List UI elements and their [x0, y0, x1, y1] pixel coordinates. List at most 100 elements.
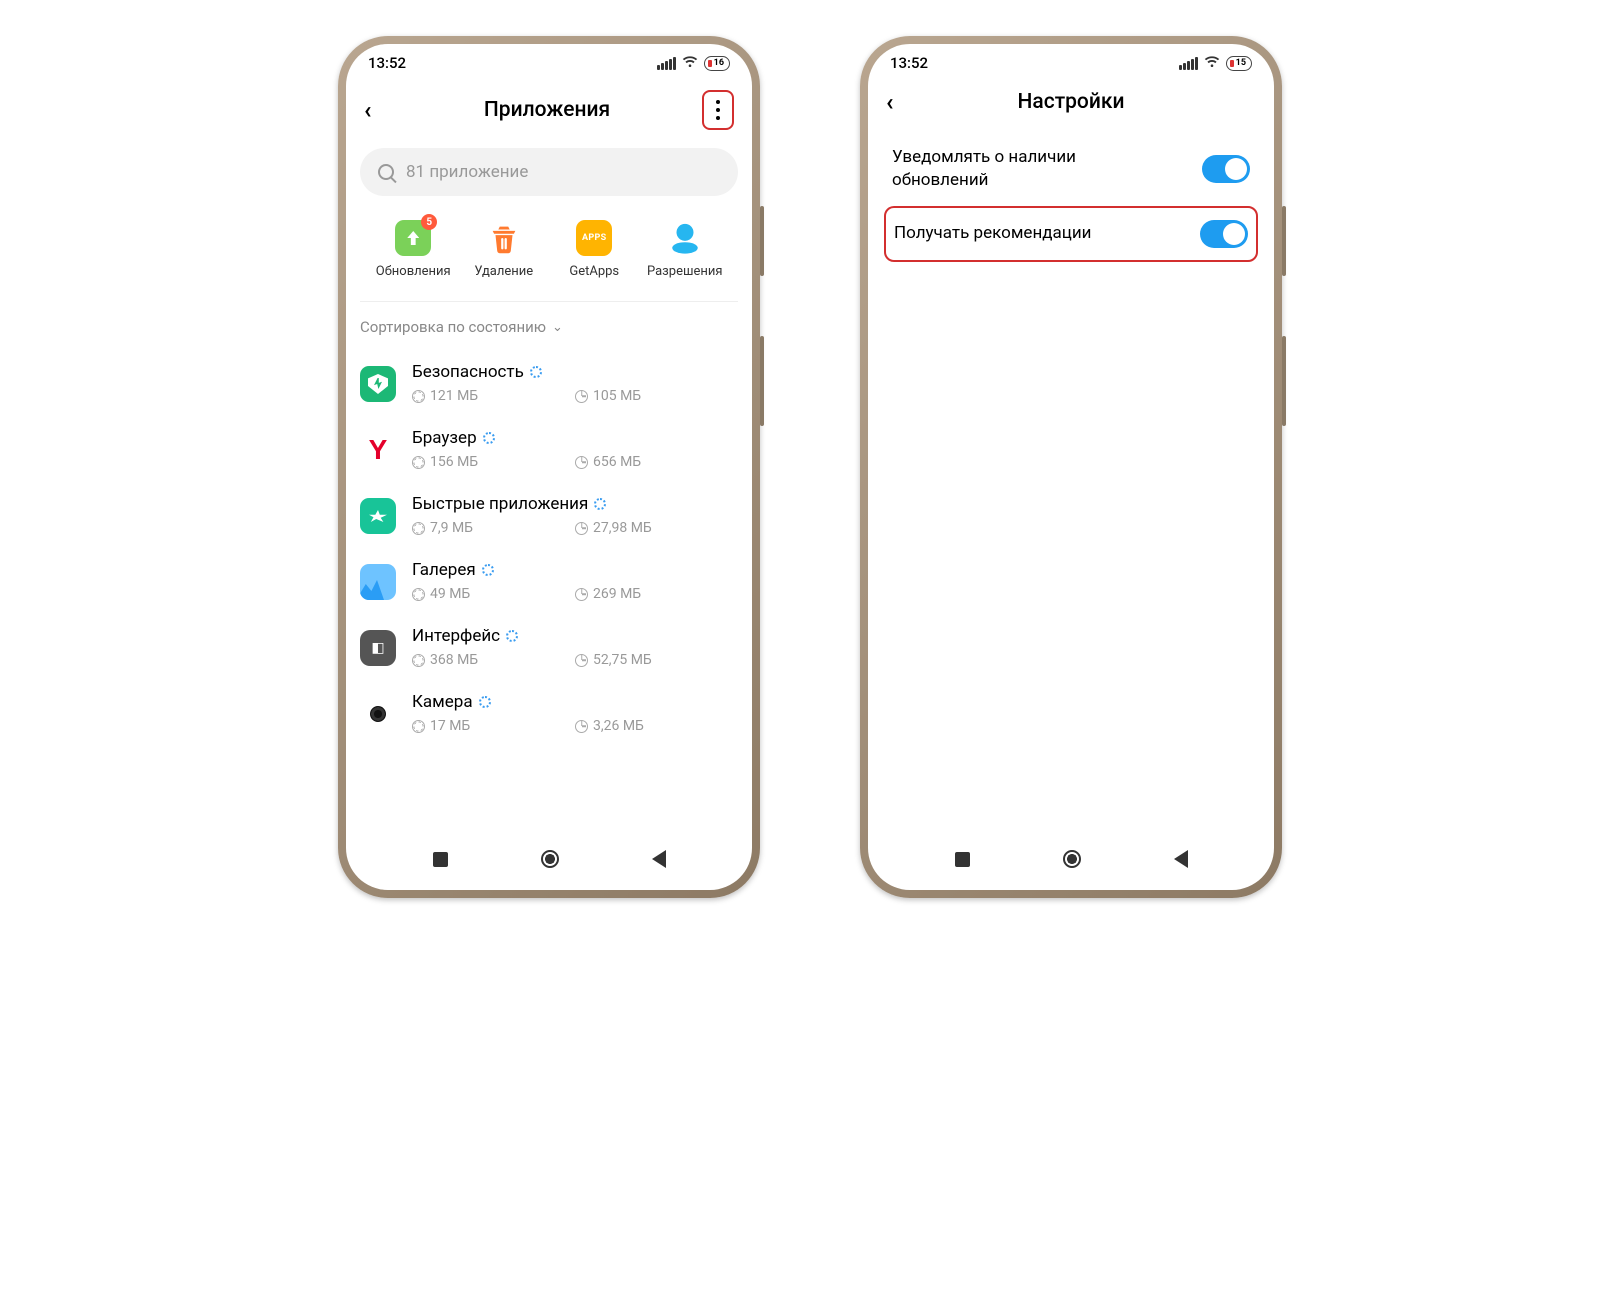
search-field[interactable]: 81 приложение	[360, 148, 738, 196]
app-name: Галерея	[412, 560, 476, 580]
quick-updates[interactable]: 5 Обновления	[368, 220, 459, 279]
nav-bar	[868, 838, 1274, 890]
search-placeholder: 81 приложение	[406, 162, 528, 182]
page-title: Настройки	[914, 90, 1228, 114]
quick-getapps[interactable]: APPS GetApps	[549, 220, 640, 279]
app-header: ‹ Настройки	[868, 82, 1274, 128]
app-header: ‹ Приложения	[346, 82, 752, 144]
phone-frame-left: 13:52 16 ‹ Приложения 81 приложение 5	[338, 36, 760, 898]
toggle-switch[interactable]	[1202, 155, 1250, 183]
quick-uninstall[interactable]: Удаление	[459, 220, 550, 279]
storage-icon	[412, 522, 425, 535]
storage-icon	[412, 390, 425, 403]
back-button[interactable]: ‹	[364, 98, 392, 122]
setting-label: Уведомлять о наличии обновлений	[892, 146, 1142, 192]
app-storage: 156 МБ	[430, 454, 478, 470]
quick-permissions[interactable]: Разрешения	[640, 220, 731, 279]
settings-list: Уведомлять о наличии обновлений Получать…	[868, 128, 1274, 266]
signal-icon	[1179, 57, 1198, 70]
battery-icon: 16	[704, 56, 730, 71]
app-time: 27,98 МБ	[593, 520, 652, 536]
nav-home[interactable]	[1063, 850, 1081, 868]
wifi-icon	[1204, 54, 1220, 72]
app-icon-security	[360, 366, 396, 402]
getapps-icon: APPS	[576, 220, 612, 256]
quick-label: GetApps	[569, 264, 619, 279]
time-icon	[575, 720, 588, 733]
nav-recent[interactable]	[955, 852, 970, 867]
quick-label: Разрешения	[647, 264, 723, 279]
loading-icon	[482, 564, 494, 576]
wifi-icon	[682, 54, 698, 72]
app-name: Камера	[412, 692, 473, 712]
app-row[interactable]: Быстрые приложения 7,9 МБ 27,98 МБ	[360, 482, 738, 548]
nav-back[interactable]	[652, 850, 666, 868]
app-time: 3,26 МБ	[593, 718, 644, 734]
nav-back[interactable]	[1174, 850, 1188, 868]
overflow-menu-button[interactable]	[702, 90, 734, 130]
setting-row-recommendations[interactable]: Получать рекомендации	[884, 206, 1258, 262]
quick-label: Обновления	[376, 264, 451, 279]
app-name: Браузер	[412, 428, 477, 448]
time-icon	[575, 456, 588, 469]
clock: 13:52	[890, 54, 928, 72]
time-icon	[575, 522, 588, 535]
loading-icon	[530, 366, 542, 378]
app-icon-interface: ◧	[360, 630, 396, 666]
app-row[interactable]: Безопасность 121 МБ 105 МБ	[360, 350, 738, 416]
app-name: Интерфейс	[412, 626, 500, 646]
battery-icon: 15	[1226, 56, 1252, 71]
loading-icon	[594, 498, 606, 510]
back-button[interactable]: ‹	[886, 90, 914, 114]
status-bar: 13:52 15	[868, 44, 1274, 82]
app-storage: 7,9 МБ	[430, 520, 473, 536]
status-right: 15	[1179, 54, 1252, 72]
nav-recent[interactable]	[433, 852, 448, 867]
screen-right: 13:52 15 ‹ Настройки Уведомлять о наличи…	[868, 44, 1274, 890]
app-row[interactable]: ◧ Интерфейс 368 МБ 52,75 МБ	[360, 614, 738, 680]
clock: 13:52	[368, 54, 406, 72]
app-storage: 17 МБ	[430, 718, 470, 734]
quick-label: Удаление	[474, 264, 533, 279]
phone-frame-right: 13:52 15 ‹ Настройки Уведомлять о наличи…	[860, 36, 1282, 898]
setting-row-notifications[interactable]: Уведомлять о наличии обновлений	[884, 132, 1258, 206]
time-icon	[575, 588, 588, 601]
app-icon-quickapps	[360, 498, 396, 534]
status-bar: 13:52 16	[346, 44, 752, 82]
app-storage: 49 МБ	[430, 586, 470, 602]
trash-icon	[486, 220, 522, 256]
app-time: 269 МБ	[593, 586, 641, 602]
toggle-switch[interactable]	[1200, 220, 1248, 248]
search-icon	[378, 164, 394, 180]
sort-dropdown[interactable]: Сортировка по состоянию ⌄	[346, 302, 752, 344]
quick-actions: 5 Обновления Удаление APPS GetApps Разре…	[360, 210, 738, 302]
storage-icon	[412, 720, 425, 733]
storage-icon	[412, 654, 425, 667]
loading-icon	[483, 432, 495, 444]
signal-icon	[657, 57, 676, 70]
screen-left: 13:52 16 ‹ Приложения 81 приложение 5	[346, 44, 752, 890]
app-storage: 121 МБ	[430, 388, 478, 404]
updates-icon: 5	[395, 220, 431, 256]
app-time: 105 МБ	[593, 388, 641, 404]
chevron-down-icon: ⌄	[552, 320, 563, 335]
app-row[interactable]: Y Браузер 156 МБ 656 МБ	[360, 416, 738, 482]
updates-badge: 5	[421, 214, 437, 230]
loading-icon	[479, 696, 491, 708]
nav-bar	[346, 838, 752, 890]
app-icon-browser: Y	[360, 432, 396, 468]
time-icon	[575, 390, 588, 403]
app-row[interactable]: Камера 17 МБ 3,26 МБ	[360, 680, 738, 746]
page-title: Приложения	[392, 98, 702, 122]
app-name: Быстрые приложения	[412, 494, 588, 514]
app-row[interactable]: Галерея 49 МБ 269 МБ	[360, 548, 738, 614]
setting-label: Получать рекомендации	[894, 222, 1091, 245]
app-name: Безопасность	[412, 362, 524, 382]
nav-home[interactable]	[541, 850, 559, 868]
app-icon-gallery	[360, 564, 396, 600]
app-icon-camera	[360, 696, 396, 732]
app-time: 52,75 МБ	[593, 652, 652, 668]
storage-icon	[412, 588, 425, 601]
permissions-icon	[667, 220, 703, 256]
time-icon	[575, 654, 588, 667]
